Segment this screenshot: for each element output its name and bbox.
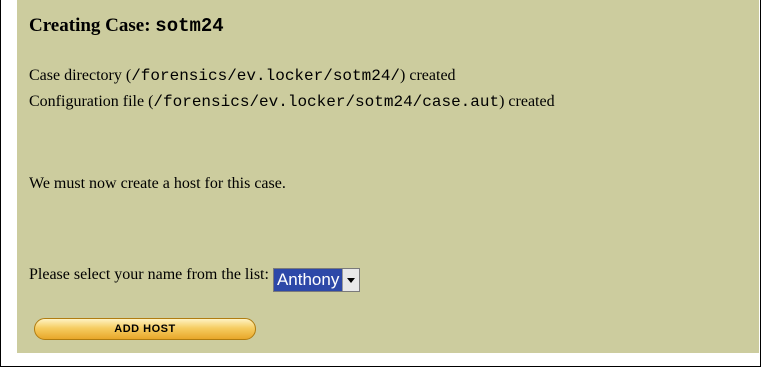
add-host-button[interactable]: ADD HOST: [34, 318, 256, 340]
case-directory-suffix: ) created: [400, 67, 456, 84]
page-title: Creating Case: sotm24: [29, 15, 224, 37]
investigator-select[interactable]: Anthony: [272, 268, 361, 292]
page-frame: Creating Case: sotm24 Case directory (/f…: [0, 0, 761, 367]
case-name: sotm24: [155, 15, 224, 37]
case-directory-prefix: Case directory (: [29, 67, 132, 84]
config-file-suffix: ) created: [499, 93, 555, 110]
content-panel: Creating Case: sotm24 Case directory (/f…: [17, 0, 759, 353]
investigator-row: Please select your name from the list: An…: [29, 266, 361, 292]
case-directory-path: /forensics/ev.locker/sotm24/: [131, 67, 401, 85]
config-file-path: /forensics/ev.locker/sotm24/case.aut: [153, 93, 500, 111]
case-directory-message: Case directory (/forensics/ev.locker/sot…: [29, 67, 456, 85]
investigator-label: Please select your name from the list:: [29, 266, 269, 283]
investigator-selected-value: Anthony: [273, 269, 343, 291]
config-file-message: Configuration file (/forensics/ev.locker…: [29, 93, 555, 111]
host-notice: We must now create a host for this case.: [29, 175, 286, 192]
config-file-prefix: Configuration file (: [29, 93, 154, 110]
chevron-down-icon[interactable]: [342, 269, 360, 291]
page-title-prefix: Creating Case:: [29, 15, 156, 36]
